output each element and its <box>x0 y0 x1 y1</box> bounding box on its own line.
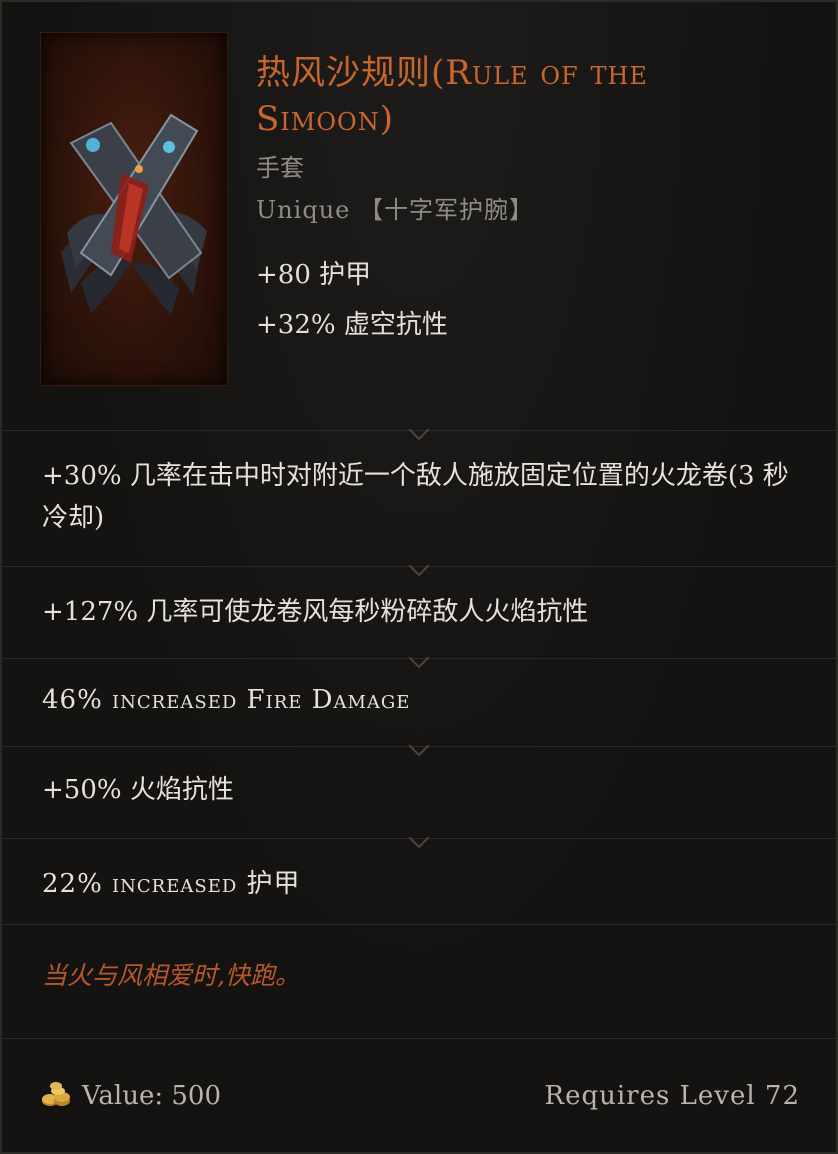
divider-arrow-icon <box>409 429 429 441</box>
affix-text: 22% increased 护甲 <box>42 869 301 899</box>
affix-text: 46% increased Fire Damage <box>42 685 411 715</box>
item-type: 手套 <box>256 154 304 182</box>
required-level: Requires Level 72 <box>544 1081 800 1111</box>
base-stats: +80 护甲 +32% 虚空抗性 <box>256 250 448 350</box>
affix-row: 46% increased Fire Damage <box>2 657 836 743</box>
item-tooltip: 热风沙规则(Rule of the Simoon) 手套 Unique 【十字军… <box>0 0 838 1154</box>
item-image-frame <box>40 32 228 386</box>
base-stat-armor: +80 护甲 <box>256 260 372 290</box>
base-stat-void-resist: +32% 虚空抗性 <box>256 310 448 340</box>
affix-row: +30% 几率在击中时对附近一个敌人施放固定位置的火龙卷(3 秒冷却) <box>2 429 836 563</box>
tooltip-header: 热风沙规则(Rule of the Simoon) 手套 Unique 【十字军… <box>2 2 836 430</box>
item-value: Value: 500 <box>82 1081 221 1111</box>
divider <box>2 924 836 925</box>
affix-text: +50% 火焰抗性 <box>42 775 234 805</box>
divider-arrow-icon <box>409 657 429 669</box>
item-name: 热风沙规则(Rule of the Simoon) <box>256 53 648 139</box>
divider-arrow-icon <box>409 745 429 757</box>
gold-coins-icon <box>42 1082 70 1106</box>
affix-row: +127% 几率可使龙卷风每秒粉碎敌人火焰抗性 <box>2 565 836 655</box>
divider-arrow-icon <box>409 837 429 849</box>
affix-row: +50% 火焰抗性 <box>2 745 836 835</box>
divider-arrow-icon <box>409 565 429 577</box>
affix-text: +30% 几率在击中时对附近一个敌人施放固定位置的火龙卷(3 秒冷却) <box>42 461 789 533</box>
gauntlets-icon <box>61 113 207 315</box>
affix-text: +127% 几率可使龙卷风每秒粉碎敌人火焰抗性 <box>42 597 589 627</box>
flavor-text: 当火与风相爱时,快跑。 <box>42 961 300 990</box>
affix-row: 22% increased 护甲 <box>2 837 836 925</box>
tooltip-footer: Value: 500 Requires Level 72 <box>2 1038 836 1153</box>
item-rarity: Unique 【十字军护腕】 <box>256 196 535 224</box>
